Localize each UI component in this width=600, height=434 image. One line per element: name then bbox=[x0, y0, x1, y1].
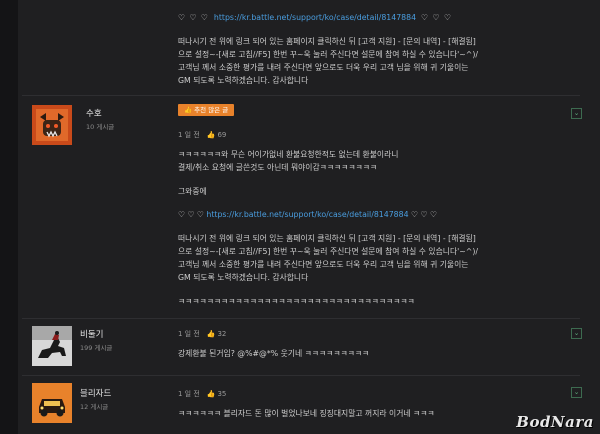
timestamp: 1 일 전 bbox=[178, 390, 200, 398]
comment-line: ㅋㅋㅋㅋㅋㅋ와 무슨 어이가없네 환불요청한적도 없는데 환불이라니 bbox=[178, 150, 399, 159]
comment-link-line: ♡ ♡ ♡ https://kr.battle.net/support/ko/c… bbox=[178, 210, 437, 219]
comment-line: GM 되도록 노력하겠습니다. 감사합니다 bbox=[178, 273, 309, 282]
avatar[interactable] bbox=[32, 383, 72, 423]
username[interactable]: 수호 bbox=[86, 107, 102, 119]
timestamp: 1 일 전 bbox=[178, 330, 200, 338]
orc-avatar-icon bbox=[32, 105, 72, 145]
like-count: 69 bbox=[217, 131, 227, 139]
avatar[interactable] bbox=[32, 326, 72, 366]
username[interactable]: 비둘기 bbox=[80, 328, 103, 340]
top-post-line: 고객님 께서 소중한 평가를 내려 주신다면 앞으로도 더욱 우리 고객 님을 … bbox=[178, 63, 469, 72]
comment-line: ㅋㅋㅋㅋㅋㅋㅋㅋㅋㅋㅋㅋㅋㅋㅋㅋㅋㅋㅋㅋㅋㅋㅋㅋㅋㅋㅋㅋㅋㅋㅋㅋㅋ bbox=[178, 297, 415, 306]
comment-meta: 1 일 전 👍 35 bbox=[178, 389, 226, 399]
expand-toggle[interactable]: ⌄ bbox=[571, 387, 582, 398]
rider-avatar-icon bbox=[32, 326, 72, 366]
top-post-line: 으로 설정~-[새로 고침//F5] 한번 꾸~욱 눌러 주신다면 설문에 참여… bbox=[178, 50, 478, 59]
hearts-left: ♡ ♡ ♡ bbox=[178, 13, 209, 22]
post-count: 10 게시글 bbox=[86, 123, 115, 131]
comment-meta: 1 일 전 👍 32 bbox=[178, 329, 226, 339]
avatar[interactable] bbox=[32, 105, 72, 145]
comment-line: 강제환불 된거임? @%#@*% 웃기네 ㅋㅋㅋㅋㅋㅋㅋㅋㅋ bbox=[178, 349, 370, 358]
like-icon[interactable]: 👍 bbox=[206, 330, 215, 338]
chevron-down-icon: ⌄ bbox=[573, 329, 580, 337]
comment-line: 그와중에 bbox=[178, 187, 207, 196]
comment-line: 떠나시기 전 위에 링크 되어 있는 홈페이지 클릭하신 뒤 [고객 지원] -… bbox=[178, 234, 476, 243]
chevron-down-icon: ⌄ bbox=[573, 109, 580, 117]
link-line: ♡ ♡ ♡ https://kr.battle.net/support/ko/c… bbox=[178, 13, 452, 22]
expand-toggle[interactable]: ⌄ bbox=[571, 328, 582, 339]
comment-line: 으로 설정~-[새로 고침//F5] 한번 꾸~욱 눌러 주신다면 설문에 참여… bbox=[178, 247, 478, 256]
like-icon[interactable]: 👍 bbox=[206, 390, 215, 398]
comment-meta: 1 일 전 👍 69 bbox=[178, 130, 226, 140]
comment-line: 고객님 께서 소중한 평가를 내려 주신다면 앞으로도 더욱 우리 고객 님을 … bbox=[178, 260, 469, 269]
badge-label: 추천 많은 글 bbox=[194, 106, 229, 114]
chevron-down-icon: ⌄ bbox=[573, 388, 580, 396]
comment-line: 결제/취소 요청에 글쓴것도 아닌데 뭐야이감ㅋㅋㅋㅋㅋㅋㅋㅋ bbox=[178, 163, 378, 172]
post-divider bbox=[22, 318, 580, 319]
comment-line: ㅋㅋㅋㅋㅋㅋ 블리자드 돈 많이 벌었나보네 징징대지말고 꺼지라 이거네 ㅋㅋ… bbox=[178, 409, 435, 418]
support-link[interactable]: https://kr.battle.net/support/ko/case/de… bbox=[206, 210, 408, 219]
left-sidebar bbox=[0, 0, 18, 434]
hearts-right: ♡ ♡ ♡ bbox=[421, 13, 452, 22]
post-divider bbox=[22, 375, 580, 376]
like-count: 35 bbox=[217, 390, 227, 398]
watermark-logo: BodNara bbox=[516, 413, 594, 431]
popular-badge: 👍 추천 많은 글 bbox=[178, 104, 235, 116]
top-post-line: 떠나시기 전 위에 링크 되어 있는 홈페이지 클릭하신 뒤 [고객 지원] -… bbox=[178, 37, 476, 46]
timestamp: 1 일 전 bbox=[178, 131, 200, 139]
post-count: 199 게시글 bbox=[80, 344, 113, 352]
username[interactable]: 블리자드 bbox=[80, 387, 111, 399]
thumb-icon: 👍 bbox=[184, 106, 193, 114]
post-count: 12 게시글 bbox=[80, 403, 109, 411]
car-avatar-icon bbox=[32, 383, 72, 423]
expand-toggle[interactable]: ⌄ bbox=[571, 108, 582, 119]
top-post-line: GM 되도록 노력하겠습니다. 감사합니다 bbox=[178, 76, 309, 85]
support-link[interactable]: https://kr.battle.net/support/ko/case/de… bbox=[214, 13, 416, 22]
post-divider bbox=[22, 95, 580, 96]
like-icon[interactable]: 👍 bbox=[206, 131, 215, 139]
like-count: 32 bbox=[217, 330, 227, 338]
